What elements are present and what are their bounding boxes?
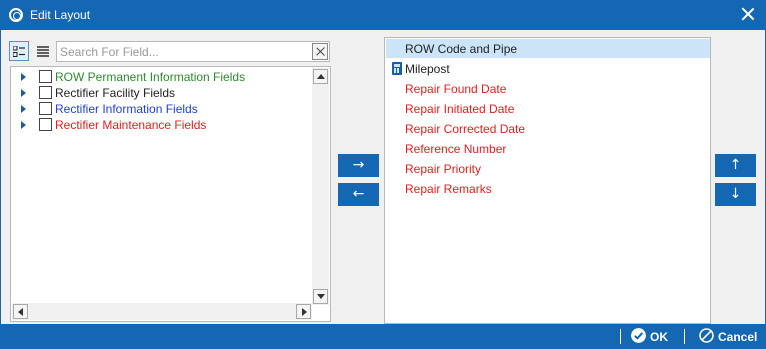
remove-field-button[interactable]: ← — [338, 183, 379, 206]
list-item[interactable]: Repair Initiated Date — [386, 99, 710, 118]
arrow-right-icon: → — [352, 157, 365, 173]
list-view-icon — [37, 46, 49, 57]
clear-search-icon[interactable] — [312, 43, 328, 60]
window-title: Edit Layout — [30, 8, 91, 22]
scroll-left-icon — [18, 308, 23, 316]
scroll-up-button[interactable] — [313, 69, 328, 84]
expand-arrow-icon[interactable] — [21, 105, 26, 113]
list-item[interactable]: Repair Priority — [386, 159, 710, 178]
tree-item[interactable]: ROW Permanent Information Fields — [11, 69, 311, 85]
check-circle-icon — [631, 328, 646, 343]
list-item[interactable]: Reference Number — [386, 139, 710, 158]
scroll-up-icon — [317, 74, 325, 79]
tree-item-checkbox[interactable] — [39, 102, 52, 115]
list-item-label: Reference Number — [405, 142, 507, 156]
list-item[interactable]: Milepost — [386, 59, 710, 78]
tree-item[interactable]: Rectifier Facility Fields — [11, 85, 311, 101]
tree-item[interactable]: Rectifier Information Fields — [11, 101, 311, 117]
list-item[interactable]: ROW Code and Pipe — [386, 39, 710, 58]
vertical-scrollbar[interactable] — [312, 68, 329, 305]
list-item[interactable]: Repair Remarks — [386, 179, 710, 198]
tree-item-label: ROW Permanent Information Fields — [55, 70, 246, 84]
list-item-label: Repair Initiated Date — [405, 102, 515, 116]
dialog-body: ROW Permanent Information Fields Rectifi… — [1, 30, 765, 324]
list-item[interactable]: Repair Found Date — [386, 79, 710, 98]
list-item-label: Repair Priority — [405, 162, 482, 176]
horizontal-scrollbar[interactable] — [12, 303, 312, 320]
footer-separator — [684, 329, 685, 344]
list-item[interactable]: Repair Corrected Date — [386, 119, 710, 138]
tree-view-toggle[interactable] — [9, 41, 29, 61]
expand-arrow-icon[interactable] — [21, 89, 26, 97]
tree-item-checkbox[interactable] — [39, 118, 52, 131]
footer-separator — [620, 329, 621, 344]
arrow-down-icon: ↓ — [729, 186, 742, 202]
scroll-left-button[interactable] — [13, 304, 28, 319]
scroll-down-icon — [317, 294, 325, 299]
add-field-button[interactable]: → — [338, 154, 379, 177]
ok-button[interactable]: OK — [631, 328, 676, 346]
move-up-button[interactable]: ↑ — [715, 154, 756, 177]
close-icon[interactable] — [740, 6, 756, 22]
selected-fields-list: ROW Code and Pipe Milepost Repair Found … — [384, 37, 711, 324]
cancel-circle-icon — [699, 328, 714, 343]
search-input[interactable] — [60, 44, 310, 59]
list-item-label: Repair Remarks — [405, 182, 492, 196]
scroll-down-button[interactable] — [313, 289, 328, 304]
tree-item[interactable]: Rectifier Maintenance Fields — [11, 117, 311, 133]
list-item-label: Repair Found Date — [405, 82, 507, 96]
field-tree: ROW Permanent Information Fields Rectifi… — [10, 66, 331, 322]
ok-label: OK — [650, 330, 668, 344]
title-bar: Edit Layout — [0, 0, 766, 30]
tree-item-checkbox[interactable] — [39, 70, 52, 83]
tree-item-label: Rectifier Information Fields — [55, 102, 198, 116]
expand-arrow-icon[interactable] — [21, 73, 26, 81]
app-logo-icon — [9, 8, 23, 22]
dialog-footer: OK Cancel — [0, 324, 766, 349]
list-item-label: ROW Code and Pipe — [405, 42, 518, 56]
search-box — [56, 41, 330, 62]
expand-arrow-icon[interactable] — [21, 121, 26, 129]
move-down-button[interactable]: ↓ — [715, 183, 756, 206]
edit-layout-dialog: Edit Layout Search For Field... ROW Perm… — [0, 0, 766, 349]
tree-item-label: Rectifier Maintenance Fields — [55, 118, 207, 132]
cancel-button[interactable]: Cancel — [699, 328, 759, 346]
scroll-right-button[interactable] — [296, 304, 311, 319]
arrow-up-icon: ↑ — [729, 157, 742, 173]
list-item-label: Milepost — [405, 62, 450, 76]
list-item-label: Repair Corrected Date — [405, 122, 526, 136]
cancel-label: Cancel — [718, 330, 758, 344]
tree-view-icon — [13, 46, 25, 57]
scroll-right-icon — [302, 308, 307, 316]
calculator-icon — [392, 62, 402, 75]
available-fields-panel: ROW Permanent Information Fields Rectifi… — [9, 40, 331, 322]
list-view-toggle[interactable] — [33, 41, 53, 61]
arrow-left-icon: ← — [352, 186, 365, 202]
tree-item-label: Rectifier Facility Fields — [55, 86, 176, 100]
tree-item-checkbox[interactable] — [39, 86, 52, 99]
